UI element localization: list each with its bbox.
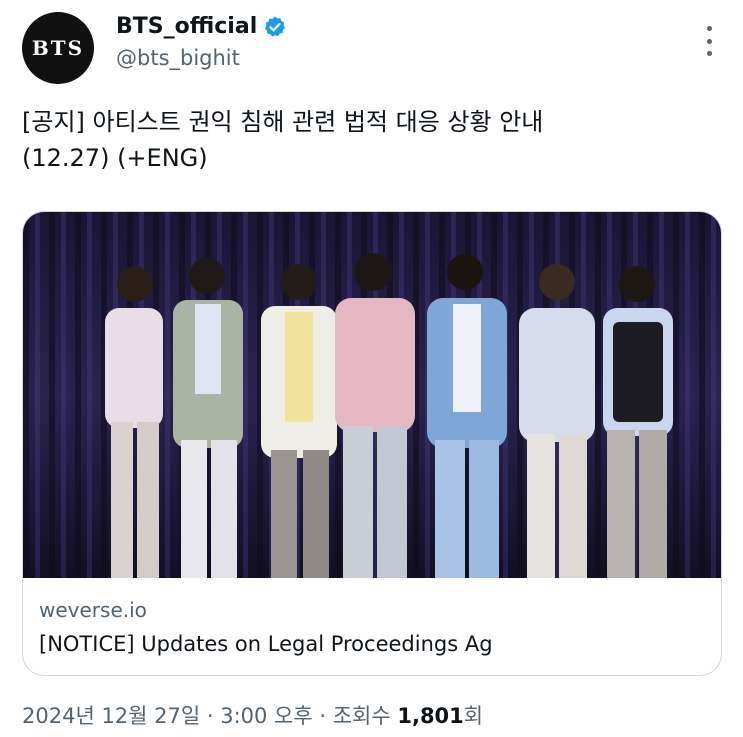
card-title: [NOTICE] Updates on Legal Proceedings Ag — [39, 632, 493, 656]
card-domain: weverse.io — [39, 598, 147, 622]
tweet-datetime[interactable]: 2024년 12월 27일 · 3:00 오후 · 조회수 — [22, 704, 397, 728]
tweet-meta: 2024년 12월 27일 · 3:00 오후 · 조회수 1,801회 — [22, 700, 483, 730]
tweet-text-line-2: (12.27) (+ENG) — [22, 144, 208, 172]
avatar-text: BTS — [31, 36, 85, 60]
verified-badge-icon — [265, 16, 286, 37]
tweet-text: [공지] 아티스트 권익 침해 관련 법적 대응 상황 안내 (12.27) (… — [22, 104, 712, 176]
author-handle[interactable]: @bts_bighit — [116, 46, 240, 70]
view-count: 1,801 — [397, 704, 464, 728]
link-card[interactable]: weverse.io [NOTICE] Updates on Legal Pro… — [22, 211, 722, 676]
author-display-name[interactable]: BTS_official — [116, 14, 257, 39]
tweet-text-line-1: [공지] 아티스트 권익 침해 관련 법적 대응 상황 안내 — [22, 108, 544, 136]
view-count-suffix: 회 — [463, 704, 484, 728]
author-avatar[interactable]: BTS — [22, 12, 94, 84]
author-name-row: BTS_official — [116, 14, 287, 39]
more-vertical-icon[interactable] — [699, 26, 719, 56]
card-image — [23, 212, 721, 578]
